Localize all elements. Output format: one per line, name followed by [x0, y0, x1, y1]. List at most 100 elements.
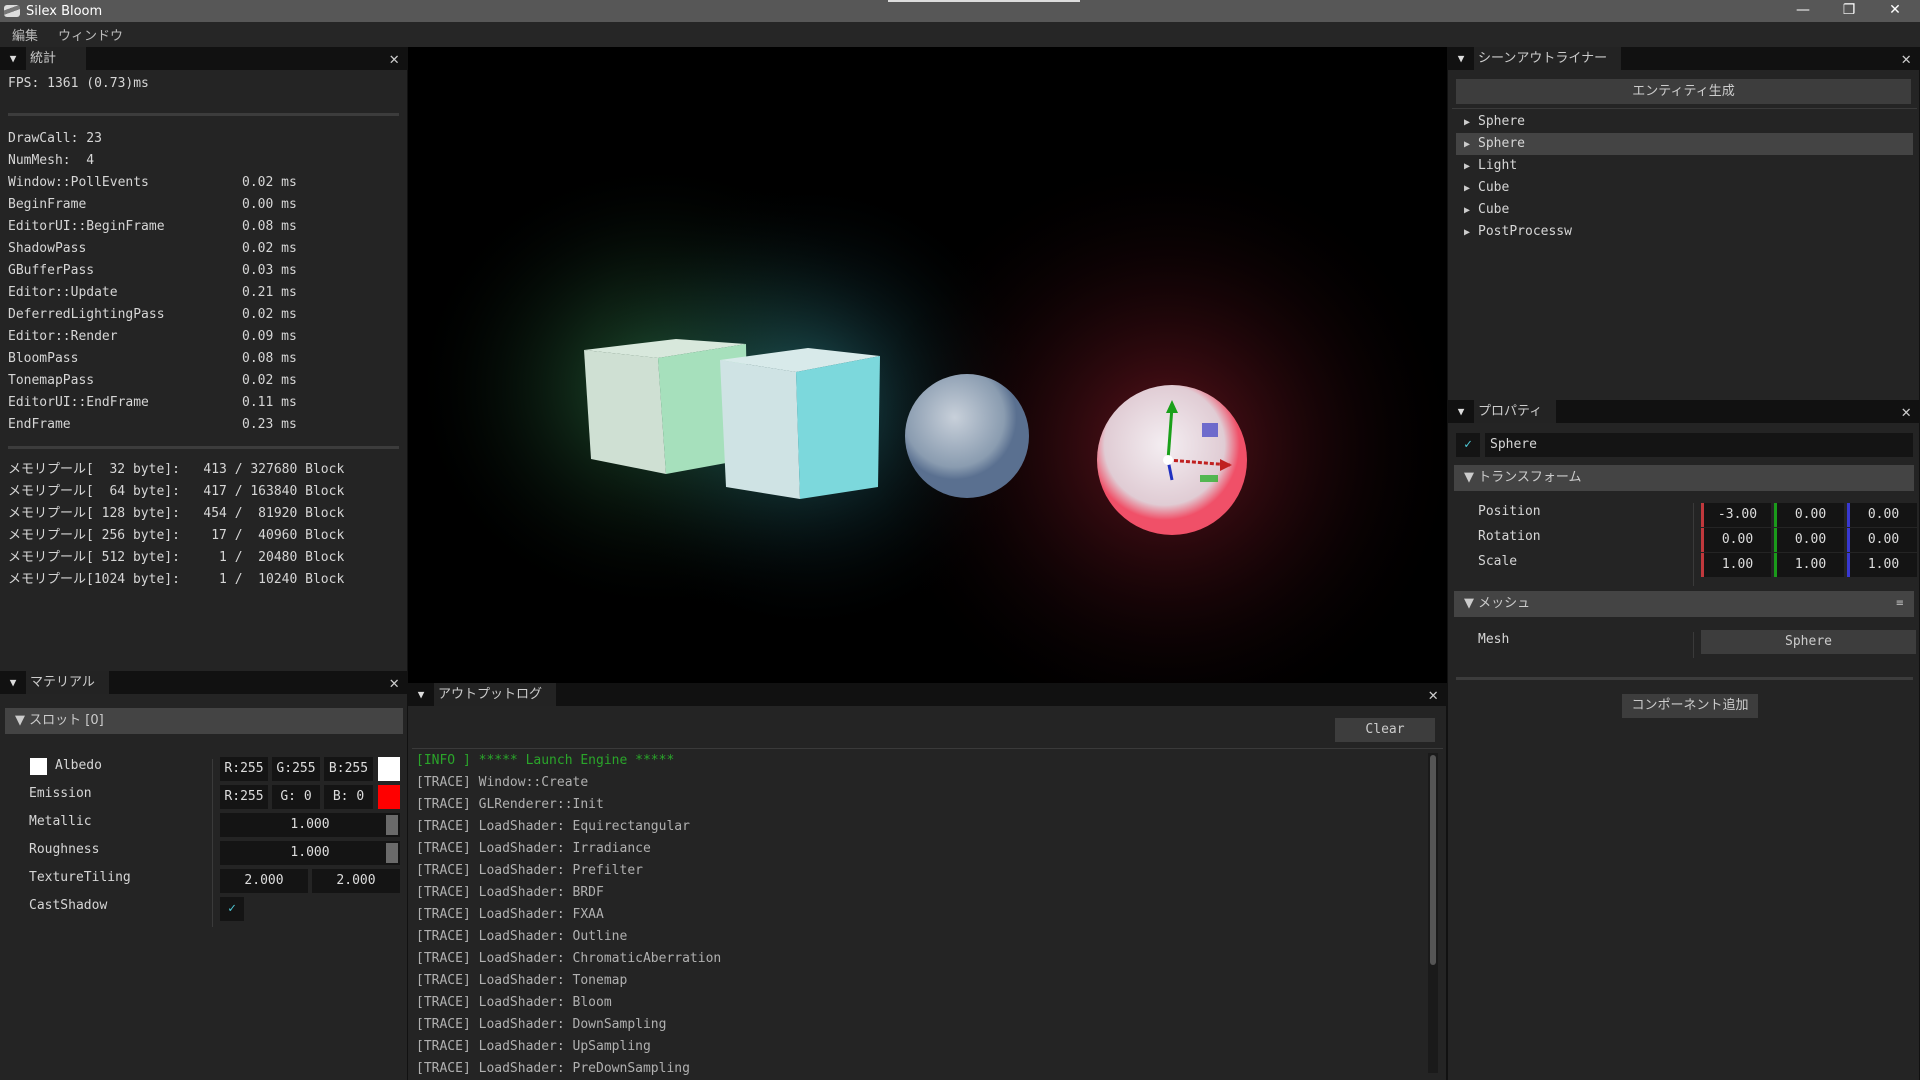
scale-z-field[interactable]: 1.00 [1847, 553, 1917, 577]
scale-x-field[interactable]: 1.00 [1701, 553, 1771, 577]
panel-menu-icon[interactable]: ▼ [414, 688, 428, 701]
entity-item[interactable]: ▶ Cube [1456, 199, 1913, 221]
tab-scene-outliner[interactable]: シーンアウトライナー [1474, 47, 1622, 70]
entity-item[interactable]: ▶ Sphere [1456, 133, 1913, 155]
albedo-swatch[interactable] [30, 758, 47, 775]
close-icon[interactable]: ✕ [389, 673, 399, 692]
position-y-field[interactable]: 0.00 [1774, 503, 1844, 527]
properties-panel: ▼ プロパティ ✕ ✓ Sphere ▼ トランスフォーム ▼ メッシュ ≡ Mesh… [1447, 400, 1920, 1080]
timing-value: 0.03 ms [242, 263, 297, 278]
slider-grab[interactable] [386, 843, 398, 863]
roughness-slider[interactable]: 1.000 [220, 841, 400, 865]
position-x-field[interactable]: -3.00 [1701, 503, 1771, 527]
panel-menu-icon[interactable]: ▼ [6, 52, 20, 65]
panel-menu-icon[interactable]: ▼ [1454, 405, 1468, 418]
timing-value: 0.08 ms [242, 219, 297, 234]
menu-window[interactable]: ウィンドウ [58, 25, 123, 44]
close-icon[interactable]: ✕ [389, 49, 399, 68]
clear-button[interactable]: Clear [1335, 718, 1435, 742]
transform-header[interactable]: ▼ トランスフォーム [1454, 465, 1914, 491]
timing-row: Editor::Render 0.09 ms [8, 326, 399, 348]
close-icon[interactable]: ✕ [1901, 49, 1911, 68]
close-icon[interactable]: ✕ [1428, 685, 1438, 704]
timing-row: ShadowPass 0.02 ms [8, 238, 399, 260]
tiling-x[interactable]: 2.000 [220, 869, 308, 893]
create-entity-button[interactable]: エンティティ生成 [1456, 79, 1911, 104]
timing-value: 0.02 ms [242, 373, 297, 388]
mesh-select-button[interactable]: Sphere [1701, 630, 1916, 654]
entity-name-input[interactable]: Sphere [1485, 433, 1913, 457]
panel-menu-icon[interactable]: ▼ [1454, 52, 1468, 65]
timing-row: Window::PollEvents 0.02 ms [8, 172, 399, 194]
entity-name: Light [1478, 158, 1518, 173]
timing-name: TonemapPass [8, 373, 95, 388]
menu-edit[interactable]: 編集 [12, 25, 38, 44]
castshadow-label: CastShadow [29, 898, 108, 913]
maximize-button[interactable]: ❐ [1826, 0, 1872, 22]
scale-label: Scale [1478, 554, 1518, 569]
entity-item[interactable]: ▶ Cube [1456, 177, 1913, 199]
expand-arrow-icon[interactable]: ▶ [1464, 205, 1470, 216]
albedo-r[interactable]: R:255 [220, 757, 268, 781]
timing-value: 0.11 ms [242, 395, 297, 410]
memory-pool-row: メモリプール[ 32 byte]: 413 / 327680 Block [8, 462, 345, 477]
menu-bar: 編集 ウィンドウ [0, 22, 1920, 47]
entity-item[interactable]: ▶ Sphere [1456, 111, 1913, 133]
add-component-button[interactable]: コンポーネント追加 [1622, 694, 1758, 718]
expand-arrow-icon[interactable]: ▶ [1464, 227, 1470, 238]
timing-value: 0.02 ms [242, 175, 297, 190]
albedo-color-swatch[interactable] [378, 757, 400, 781]
scene-viewport[interactable] [408, 47, 1447, 683]
entity-item[interactable]: ▶ PostProcessw [1456, 221, 1913, 243]
close-window-button[interactable]: ✕ [1872, 0, 1918, 22]
albedo-g[interactable]: G:255 [272, 757, 320, 781]
timing-row: EditorUI::EndFrame 0.11 ms [8, 392, 399, 414]
tiling-y[interactable]: 2.000 [312, 869, 400, 893]
albedo-b[interactable]: B:255 [324, 757, 373, 781]
expand-arrow-icon[interactable]: ▶ [1464, 117, 1470, 128]
panel-menu-icon[interactable]: ▼ [6, 676, 20, 689]
tab-output-log[interactable]: アウトプットログ [434, 683, 557, 706]
memory-pool-row: メモリプール[ 512 byte]: 1 / 20480 Block [8, 550, 345, 565]
gray-sphere[interactable] [905, 374, 1029, 498]
rotation-y-field[interactable]: 0.00 [1774, 528, 1844, 552]
timing-row: GBufferPass 0.03 ms [8, 260, 399, 282]
position-z-field[interactable]: 0.00 [1847, 503, 1917, 527]
minimize-button[interactable]: — [1780, 0, 1826, 22]
expand-arrow-icon[interactable]: ▶ [1464, 183, 1470, 194]
timing-name: DeferredLightingPass [8, 307, 165, 322]
collapse-icon: ▼ [15, 713, 30, 728]
timing-name: ShadowPass [8, 241, 87, 256]
slider-grab[interactable] [386, 815, 398, 835]
timing-name: Editor::Render [8, 329, 118, 344]
entity-name: Cube [1478, 202, 1510, 217]
emission-color-swatch[interactable] [378, 785, 400, 809]
tab-properties[interactable]: プロパティ [1474, 400, 1557, 423]
log-scrollbar[interactable] [1428, 753, 1438, 1073]
log-line: [TRACE] LoadShader: FXAA [416, 907, 604, 922]
emission-r[interactable]: R:255 [220, 785, 268, 809]
castshadow-checkbox[interactable]: ✓ [220, 897, 244, 921]
component-menu-icon[interactable]: ≡ [1896, 591, 1904, 617]
scale-y-field[interactable]: 1.00 [1774, 553, 1844, 577]
slot-header[interactable]: ▼ スロット [0] [5, 708, 403, 734]
metallic-slider[interactable]: 1.000 [220, 813, 400, 837]
tab-material[interactable]: マテリアル [26, 671, 109, 694]
emission-b[interactable]: B: 0 [324, 785, 373, 809]
expand-arrow-icon[interactable]: ▶ [1464, 139, 1470, 150]
rotation-x-field[interactable]: 0.00 [1701, 528, 1771, 552]
rotation-z-field[interactable]: 0.00 [1847, 528, 1917, 552]
emission-label: Emission [29, 786, 92, 801]
entity-item[interactable]: ▶ Light [1456, 155, 1913, 177]
emission-g[interactable]: G: 0 [272, 785, 320, 809]
timing-row: DeferredLightingPass 0.02 ms [8, 304, 399, 326]
close-icon[interactable]: ✕ [1901, 402, 1911, 421]
expand-arrow-icon[interactable]: ▶ [1464, 161, 1470, 172]
scrollbar-thumb[interactable] [1430, 755, 1436, 965]
tab-stats[interactable]: 統計 [26, 47, 86, 70]
mesh-header[interactable]: ▼ メッシュ ≡ [1454, 591, 1914, 617]
timing-value: 0.09 ms [242, 329, 297, 344]
timing-row: EndFrame 0.23 ms [8, 414, 399, 436]
entity-enabled-checkbox[interactable]: ✓ [1456, 433, 1480, 457]
cyan-cube[interactable] [720, 348, 880, 499]
